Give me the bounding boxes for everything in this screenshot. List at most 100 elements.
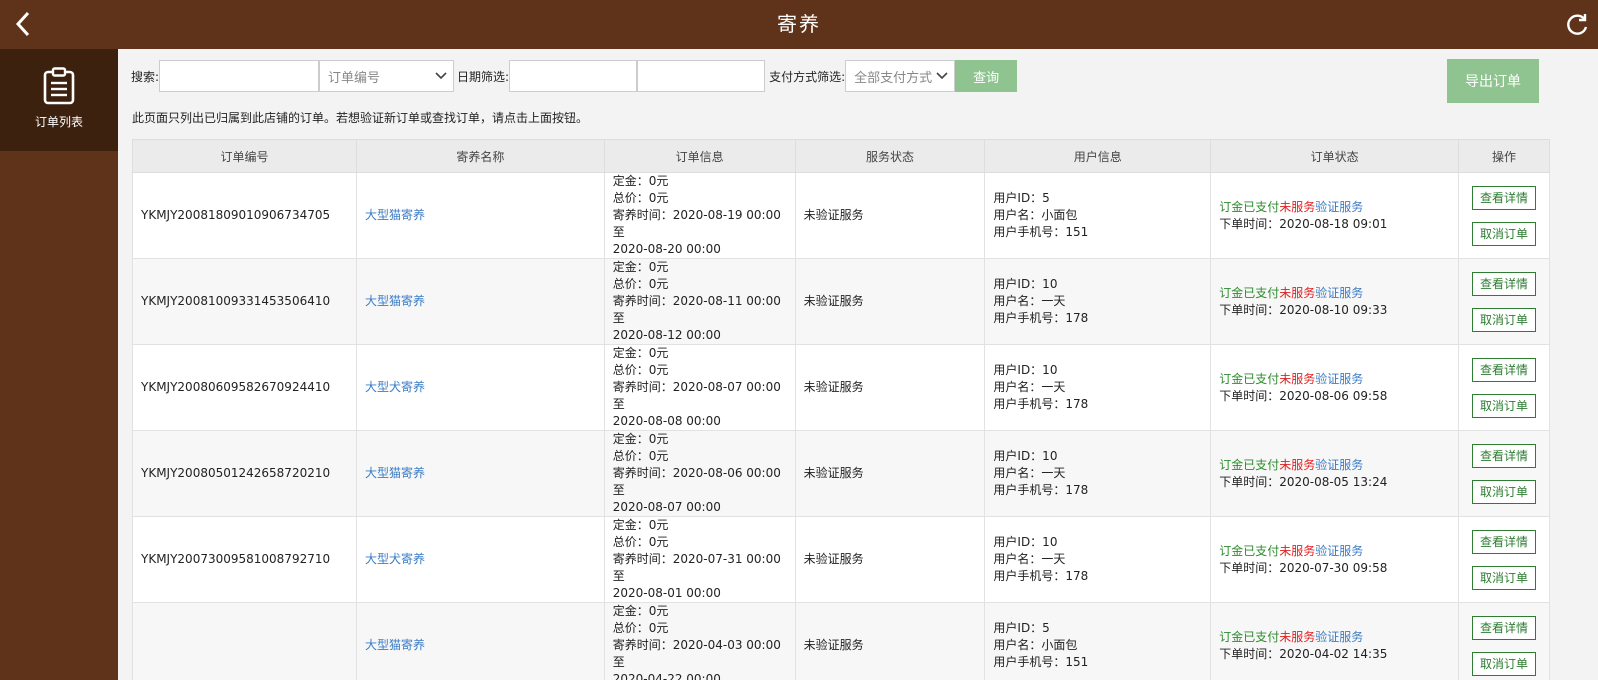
status-verify-service: 验证服务 (1315, 199, 1364, 214)
total-price-text: 总价：0元 (612, 535, 669, 549)
chevron-down-icon (435, 72, 447, 80)
col-header-name: 寄养名称 (355, 139, 605, 173)
status-line: 订金已支付未服务验证服务 (1219, 543, 1450, 560)
order-number: YKMJY20073009581008792710 (132, 516, 357, 603)
date-label: 日期筛选: (457, 69, 510, 84)
actions-cell: 查看详情 取消订单 (1457, 602, 1551, 680)
refresh-icon[interactable] (1564, 12, 1590, 38)
col-header-order-info: 订单信息 (603, 139, 796, 173)
status-deposit-paid: 订金已支付 (1219, 543, 1280, 558)
col-header-service-status: 服务状态 (794, 139, 986, 173)
sidebar-item-order-list[interactable]: 订单列表 (0, 49, 118, 151)
cancel-order-button[interactable]: 取消订单 (1471, 307, 1536, 332)
col-header-order-status: 订单状态 (1210, 139, 1459, 173)
user-id-text: 用户ID：5 (993, 191, 1050, 205)
status-verify-service: 验证服务 (1315, 371, 1364, 386)
order-number: YKMJY20081009331453506410 (132, 258, 357, 345)
boarding-name-cell: 大型猫寄养 (355, 430, 605, 517)
clipboard-icon (43, 67, 75, 105)
boarding-name-link[interactable]: 大型犬寄养 (365, 552, 425, 566)
view-details-button[interactable]: 查看详情 (1471, 357, 1536, 382)
notice-text: 此页面只列出已归属到此店铺的订单。若想验证新订单或查找订单，请点击上面按钮。 (132, 111, 589, 125)
actions-cell: 查看详情 取消订单 (1457, 430, 1551, 517)
cancel-order-button[interactable]: 取消订单 (1471, 565, 1536, 590)
table-row: 大型猫寄养 定金：0元 总价：0元 寄养时间：2020-04-03 00:00 至 20… (132, 602, 1551, 680)
user-phone-text: 用户手机号：178 (993, 397, 1089, 411)
view-details-button[interactable]: 查看详情 (1471, 271, 1536, 296)
view-details-button[interactable]: 查看详情 (1471, 185, 1536, 210)
user-phone-text: 用户手机号：178 (993, 311, 1089, 325)
order-info: 定金：0元 总价：0元 寄养时间：2020-08-11 00:00 至 2020-08… (603, 258, 796, 345)
status-unserved: 未服务 (1279, 457, 1316, 472)
status-unserved: 未服务 (1279, 543, 1316, 558)
user-info: 用户ID：5 用户名：小面包 用户手机号：151 (984, 602, 1212, 680)
total-price-text: 总价：0元 (612, 449, 669, 463)
order-number: YKMJY20080501242658720210 (132, 430, 357, 517)
status-line: 订金已支付未服务验证服务 (1219, 629, 1450, 646)
cancel-order-button[interactable]: 取消订单 (1471, 221, 1536, 246)
boarding-time-text: 寄养时间：2020-08-07 00:00 至 (612, 380, 781, 411)
actions-cell: 查看详情 取消订单 (1457, 516, 1551, 603)
boarding-name-link[interactable]: 大型犬寄养 (365, 380, 425, 394)
status-unserved: 未服务 (1279, 371, 1316, 386)
status-deposit-paid: 订金已支付 (1219, 285, 1280, 300)
boarding-time-end-text: 2020-08-20 00:00 (612, 242, 721, 256)
order-status: 订金已支付未服务验证服务 下单时间：2020-08-18 09:01 (1210, 172, 1459, 259)
order-info: 定金：0元 总价：0元 寄养时间：2020-08-06 00:00 至 2020-08… (603, 430, 796, 517)
boarding-time-end-text: 2020-04-22 00:00 (612, 672, 721, 680)
view-details-button[interactable]: 查看详情 (1471, 615, 1536, 640)
payment-select[interactable]: 全部支付方式 (845, 60, 956, 92)
date-from-input[interactable] (509, 60, 638, 92)
page-title: 寄养 (777, 12, 821, 36)
boarding-time-text: 寄养时间：2020-04-03 00:00 至 (612, 638, 781, 669)
status-line: 订金已支付未服务验证服务 (1219, 457, 1450, 474)
boarding-name-cell: 大型猫寄养 (355, 172, 605, 259)
filter-bar: 搜索: 订单编号 日期筛选: 支付方式筛选: 全部支付方式 查询 (131, 60, 1018, 92)
order-status: 订金已支付未服务验证服务 下单时间：2020-08-06 09:58 (1210, 344, 1459, 431)
total-price-text: 总价：0元 (612, 277, 669, 291)
export-orders-button[interactable]: 导出订单 (1447, 59, 1539, 103)
actions-cell: 查看详情 取消订单 (1457, 258, 1551, 345)
view-details-button[interactable]: 查看详情 (1471, 529, 1536, 554)
order-info: 定金：0元 总价：0元 寄养时间：2020-08-19 00:00 至 2020-08… (603, 172, 796, 259)
sidebar-item-label: 订单列表 (34, 115, 83, 129)
user-phone-text: 用户手机号：151 (993, 225, 1089, 239)
status-unserved: 未服务 (1279, 199, 1316, 214)
order-number (132, 602, 357, 680)
boarding-name-link[interactable]: 大型猫寄养 (365, 638, 425, 652)
search-field-select[interactable]: 订单编号 (319, 60, 455, 92)
deposit-text: 定金：0元 (612, 432, 669, 446)
boarding-time-text: 寄养时间：2020-08-11 00:00 至 (612, 294, 781, 325)
boarding-name-link[interactable]: 大型猫寄养 (365, 466, 425, 480)
user-name-text: 用户名：小面包 (993, 638, 1078, 652)
order-info: 定金：0元 总价：0元 寄养时间：2020-04-03 00:00 至 2020-04… (603, 602, 796, 680)
total-price-text: 总价：0元 (612, 363, 669, 377)
user-info: 用户ID：5 用户名：小面包 用户手机号：151 (984, 172, 1212, 259)
cancel-order-button[interactable]: 取消订单 (1471, 393, 1536, 418)
deposit-text: 定金：0元 (612, 604, 669, 618)
cancel-order-button[interactable]: 取消订单 (1471, 651, 1536, 676)
boarding-time-end-text: 2020-08-07 00:00 (612, 500, 721, 514)
service-status: 未验证服务 (794, 430, 986, 517)
status-verify-service: 验证服务 (1315, 543, 1364, 558)
status-verify-service: 验证服务 (1315, 629, 1364, 644)
order-status: 订金已支付未服务验证服务 下单时间：2020-08-05 13:24 (1210, 430, 1459, 517)
boarding-name-link[interactable]: 大型猫寄养 (365, 294, 425, 308)
user-phone-text: 用户手机号：151 (993, 655, 1089, 669)
boarding-time-end-text: 2020-08-12 00:00 (612, 328, 721, 342)
status-line: 订金已支付未服务验证服务 (1219, 199, 1450, 216)
boarding-name-link[interactable]: 大型猫寄养 (365, 208, 425, 222)
order-time-text: 下单时间：2020-07-30 09:58 (1219, 560, 1388, 575)
user-info: 用户ID：10 用户名：一天 用户手机号：178 (984, 344, 1212, 431)
search-input[interactable] (159, 60, 320, 92)
top-bar: 寄养 (0, 0, 1598, 49)
cancel-order-button[interactable]: 取消订单 (1471, 479, 1536, 504)
status-verify-service: 验证服务 (1315, 457, 1364, 472)
order-time-text: 下单时间：2020-08-18 09:01 (1219, 216, 1388, 231)
query-button[interactable]: 查询 (955, 60, 1018, 92)
date-to-input[interactable] (637, 60, 766, 92)
status-unserved: 未服务 (1279, 285, 1316, 300)
status-line: 订金已支付未服务验证服务 (1219, 285, 1450, 302)
view-details-button[interactable]: 查看详情 (1471, 443, 1536, 468)
user-info: 用户ID：10 用户名：一天 用户手机号：178 (984, 430, 1212, 517)
